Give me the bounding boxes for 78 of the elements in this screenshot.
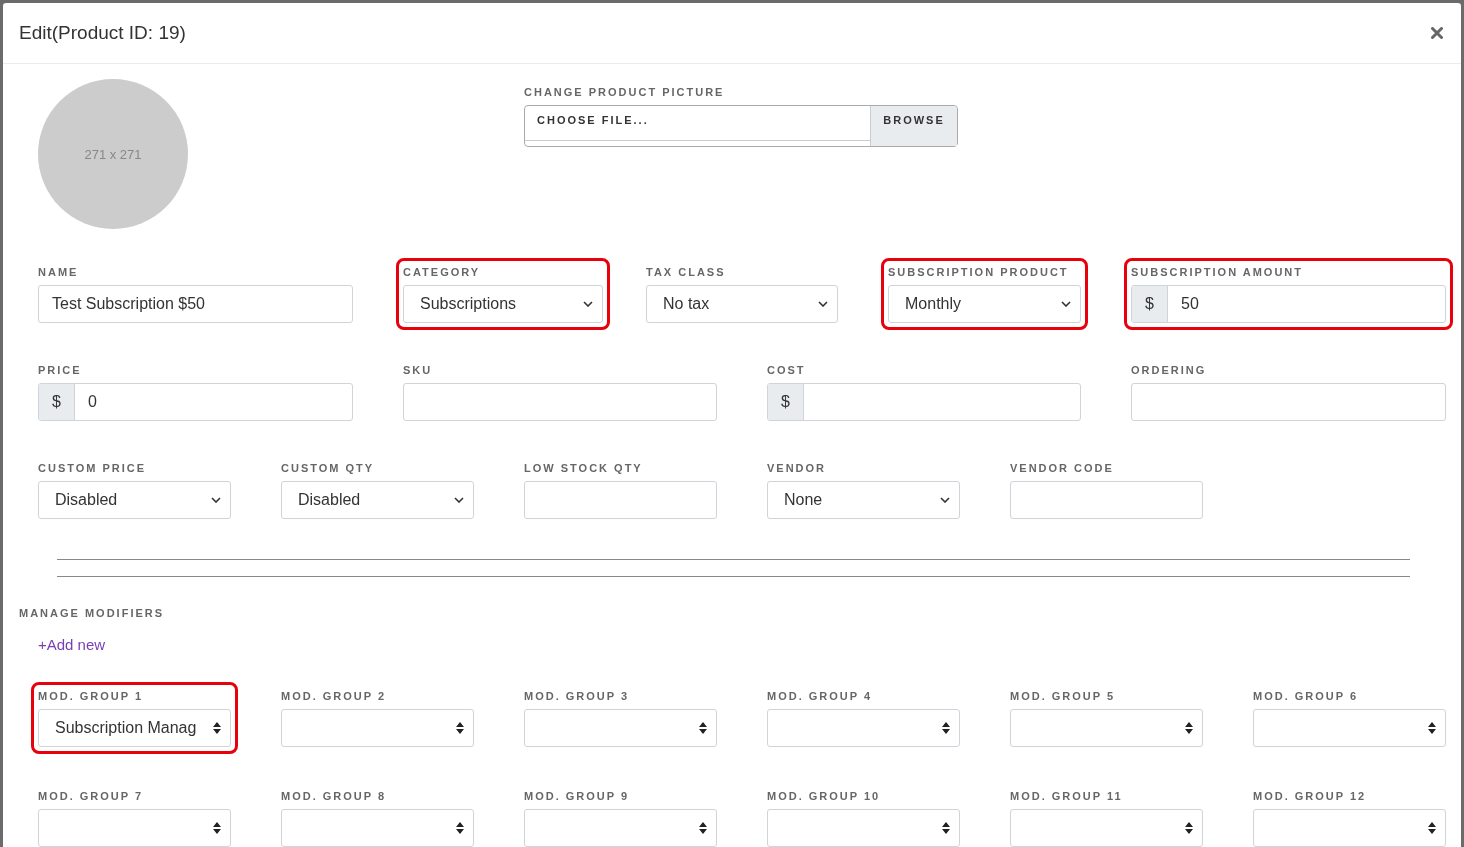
field-label: VENDOR: [767, 461, 828, 475]
field-label: TAX CLASS: [646, 265, 727, 279]
select-field[interactable]: Disabled: [281, 481, 474, 519]
sort-arrows-icon: [699, 822, 707, 834]
chevron-down-icon: [940, 497, 950, 503]
select-field[interactable]: No tax: [646, 285, 838, 323]
field-label: CUSTOM PRICE: [38, 461, 148, 475]
select-field[interactable]: [281, 709, 474, 747]
field-label: MOD. GROUP 5: [1010, 689, 1117, 703]
field-label: MOD. GROUP 7: [38, 789, 145, 803]
select-field[interactable]: Subscription Manag: [38, 709, 231, 747]
field-label: PRICE: [38, 363, 83, 377]
image-size-text: 271 x 271: [84, 146, 142, 162]
sort-arrows-icon: [213, 722, 221, 734]
chevron-down-icon: [454, 497, 464, 503]
file-input[interactable]: CHOOSE FILE... BROWSE: [524, 105, 958, 147]
field-label: MOD. GROUP 3: [524, 689, 631, 703]
field-label: ORDERING: [1131, 363, 1208, 377]
chevron-down-icon: [211, 497, 221, 503]
close-icon[interactable]: [1431, 27, 1443, 39]
field-label: MOD. GROUP 1: [38, 689, 145, 703]
chevron-down-icon: [818, 301, 828, 307]
select-field[interactable]: None: [767, 481, 960, 519]
field-label: COST: [767, 363, 807, 377]
sort-arrows-icon: [1428, 822, 1436, 834]
select-field[interactable]: [281, 809, 474, 847]
select-field[interactable]: [1010, 709, 1203, 747]
field-label: SKU: [403, 363, 434, 377]
field-label: MOD. GROUP 9: [524, 789, 631, 803]
sort-arrows-icon: [699, 722, 707, 734]
field-label: SUBSCRIPTION AMOUNT: [1131, 265, 1305, 279]
select-field[interactable]: Disabled: [38, 481, 231, 519]
text-field[interactable]: Test Subscription $50: [38, 285, 353, 323]
browse-button[interactable]: BROWSE: [870, 106, 957, 146]
field-label: MOD. GROUP 4: [767, 689, 874, 703]
field-label: MOD. GROUP 2: [281, 689, 388, 703]
select-field[interactable]: [38, 809, 231, 847]
chevron-down-icon: [583, 301, 593, 307]
select-field[interactable]: [1010, 809, 1203, 847]
sort-arrows-icon: [1185, 822, 1193, 834]
field-label: VENDOR CODE: [1010, 461, 1115, 475]
field-label: MOD. GROUP 12: [1253, 789, 1368, 803]
amount-field[interactable]: $: [767, 383, 1081, 421]
select-field[interactable]: [767, 709, 960, 747]
field-label: MOD. GROUP 11: [1010, 789, 1124, 803]
field-label: MOD. GROUP 6: [1253, 689, 1360, 703]
sort-arrows-icon: [213, 822, 221, 834]
field-label: NAME: [38, 265, 80, 279]
field-label: SUBSCRIPTION PRODUCT: [888, 265, 1070, 279]
field-label: MOD. GROUP 8: [281, 789, 388, 803]
text-field[interactable]: [1131, 383, 1446, 421]
section-title: MANAGE MODIFIERS: [19, 606, 166, 620]
sort-arrows-icon: [1185, 722, 1193, 734]
dialog-title: Edit(Product ID: 19): [19, 22, 186, 44]
select-field[interactable]: [767, 809, 960, 847]
field-label: CUSTOM QTY: [281, 461, 376, 475]
sort-arrows-icon: [942, 822, 950, 834]
field-label: MOD. GROUP 10: [767, 789, 882, 803]
select-field[interactable]: [1253, 709, 1446, 747]
chevron-down-icon: [1061, 301, 1071, 307]
text-field[interactable]: [524, 481, 717, 519]
amount-field[interactable]: $ 0: [38, 383, 353, 421]
sort-arrows-icon: [456, 722, 464, 734]
field-label: CHANGE PRODUCT PICTURE: [524, 85, 726, 99]
text-field[interactable]: [403, 383, 717, 421]
select-field[interactable]: [524, 809, 717, 847]
select-field[interactable]: Subscriptions: [403, 285, 603, 323]
field-label: CATEGORY: [403, 265, 482, 279]
select-field[interactable]: [524, 709, 717, 747]
text-field[interactable]: [1010, 481, 1203, 519]
sort-arrows-icon: [942, 722, 950, 734]
select-field[interactable]: Monthly: [888, 285, 1081, 323]
amount-field[interactable]: $ 50: [1131, 285, 1446, 323]
add-new-link[interactable]: +Add new: [38, 636, 106, 653]
sort-arrows-icon: [1428, 722, 1436, 734]
select-field[interactable]: [1253, 809, 1446, 847]
sort-arrows-icon: [456, 822, 464, 834]
field-label: LOW STOCK QTY: [524, 461, 644, 475]
